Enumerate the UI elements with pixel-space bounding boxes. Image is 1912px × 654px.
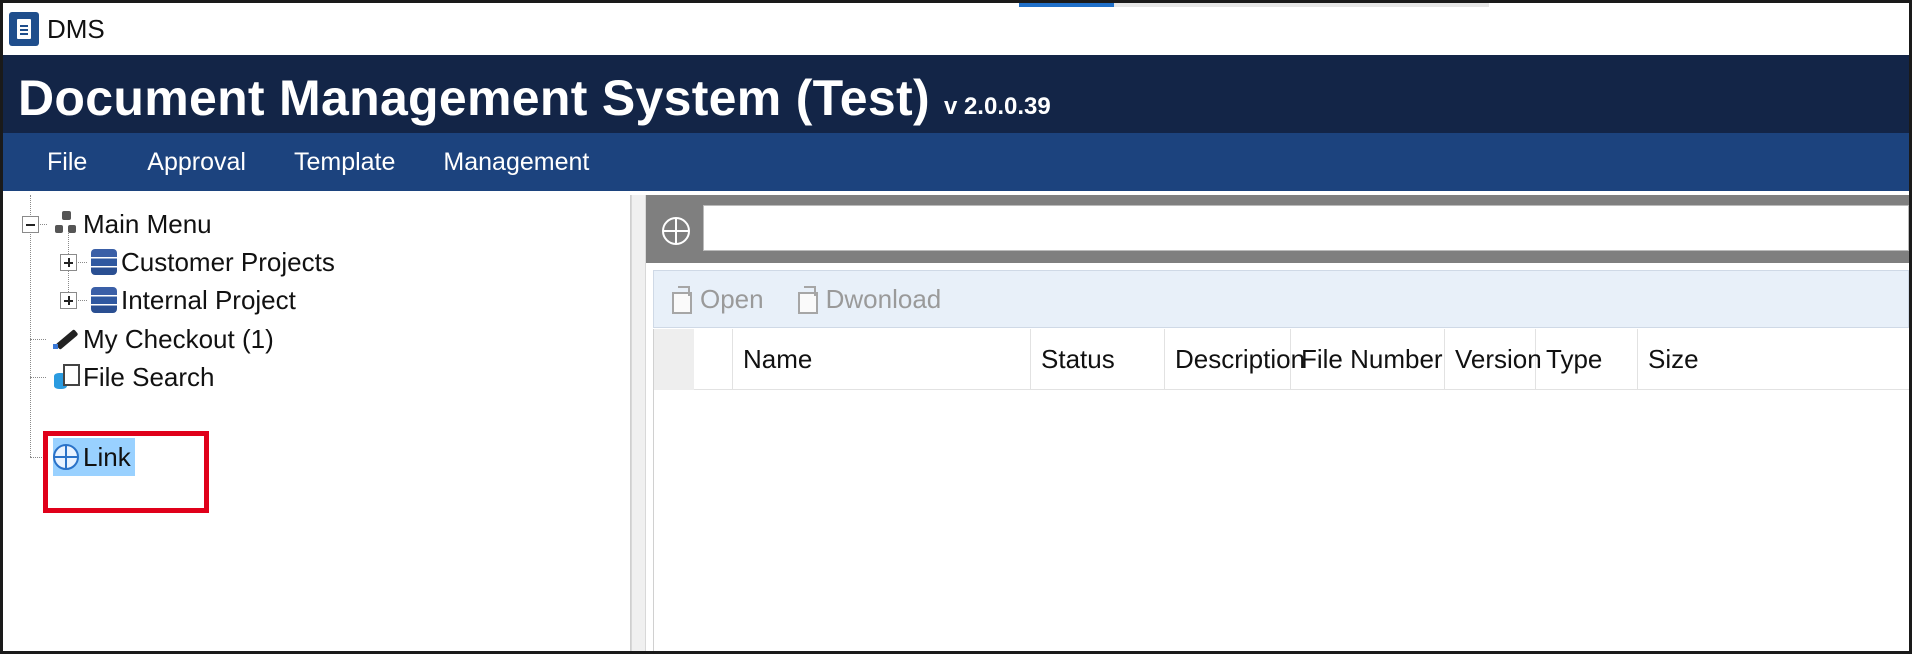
tree-node-label: Main Menu — [83, 208, 212, 239]
download-button[interactable]: Dwonload — [794, 283, 942, 315]
open-button[interactable]: Open — [668, 284, 764, 315]
cabinet-icon — [91, 287, 117, 313]
globe-icon — [662, 217, 690, 245]
tree-node-label: Customer Projects — [121, 246, 335, 277]
sitemap-icon — [53, 211, 79, 237]
tree-connector — [30, 339, 46, 340]
tree-node-label: My Checkout (1) — [83, 323, 274, 354]
open-file-icon — [668, 286, 694, 314]
address-input[interactable] — [703, 205, 1909, 251]
tree-node-main-menu[interactable]: Main Menu — [53, 205, 212, 243]
menu-bar: File Approval Template Management — [3, 133, 1909, 191]
tree-node-my-checkout[interactable]: My Checkout (1) — [53, 320, 274, 358]
download-button-label: Dwonload — [825, 283, 942, 314]
column-header-type[interactable]: Type — [1536, 329, 1638, 390]
tree-node-customer-projects[interactable]: Customer Projects — [91, 243, 335, 281]
row-header-corner — [654, 329, 694, 390]
dms-document-icon — [9, 12, 39, 46]
column-header-version[interactable]: Version — [1445, 329, 1542, 390]
app-window: DMS Document Management System (Test) v … — [0, 0, 1912, 654]
tree-node-label: File Search — [83, 361, 215, 392]
column-header-description[interactable]: Description — [1165, 329, 1305, 390]
menu-approval[interactable]: Approval — [123, 148, 270, 177]
collapse-toggle[interactable] — [22, 216, 39, 233]
file-search-icon — [53, 364, 80, 390]
taskbar-accent-inactive — [1114, 3, 1489, 7]
tree-node-label: Internal Project — [121, 284, 296, 315]
column-header-file-number[interactable]: File Number — [1291, 329, 1445, 390]
file-grid: Name Status Description File Number Vers… — [653, 329, 1909, 651]
expand-toggle[interactable] — [60, 292, 77, 309]
cabinet-icon — [91, 249, 117, 275]
app-header: Document Management System (Test) v 2.0.… — [3, 55, 1909, 133]
grid-header: Name Status Description File Number Vers… — [654, 329, 1909, 390]
title-bar: DMS — [3, 3, 1909, 55]
expand-toggle[interactable] — [60, 254, 77, 271]
select-column-header[interactable] — [694, 329, 733, 390]
highlight-annotation — [43, 431, 209, 513]
column-header-size[interactable]: Size — [1638, 329, 1718, 390]
tree-connector — [30, 195, 31, 457]
pen-icon — [53, 326, 79, 352]
column-header-name[interactable]: Name — [733, 329, 1031, 390]
download-file-icon — [794, 286, 820, 314]
tree-node-internal-project[interactable]: Internal Project — [91, 281, 296, 319]
address-bar — [646, 195, 1909, 263]
panel-splitter[interactable] — [631, 195, 646, 651]
app-version: v 2.0.0.39 — [943, 93, 1051, 120]
tree-connector — [30, 377, 46, 378]
tree-node-file-search[interactable]: File Search — [53, 358, 215, 396]
menu-file[interactable]: File — [3, 148, 123, 177]
content-panel: Open Dwonload Name Status Description Fi… — [646, 195, 1909, 651]
app-name: Document Management System (Test) — [18, 70, 930, 126]
navigation-tree: Main Menu Customer Projects Internal Pro… — [7, 195, 631, 651]
column-header-status[interactable]: Status — [1031, 329, 1165, 390]
menu-template[interactable]: Template — [270, 148, 419, 177]
open-button-label: Open — [700, 283, 764, 314]
taskbar-accent — [1019, 3, 1114, 7]
menu-management[interactable]: Management — [419, 148, 613, 177]
file-toolbar: Open Dwonload — [653, 270, 1909, 328]
tree-connector — [30, 457, 44, 458]
window-title: DMS — [47, 13, 105, 44]
